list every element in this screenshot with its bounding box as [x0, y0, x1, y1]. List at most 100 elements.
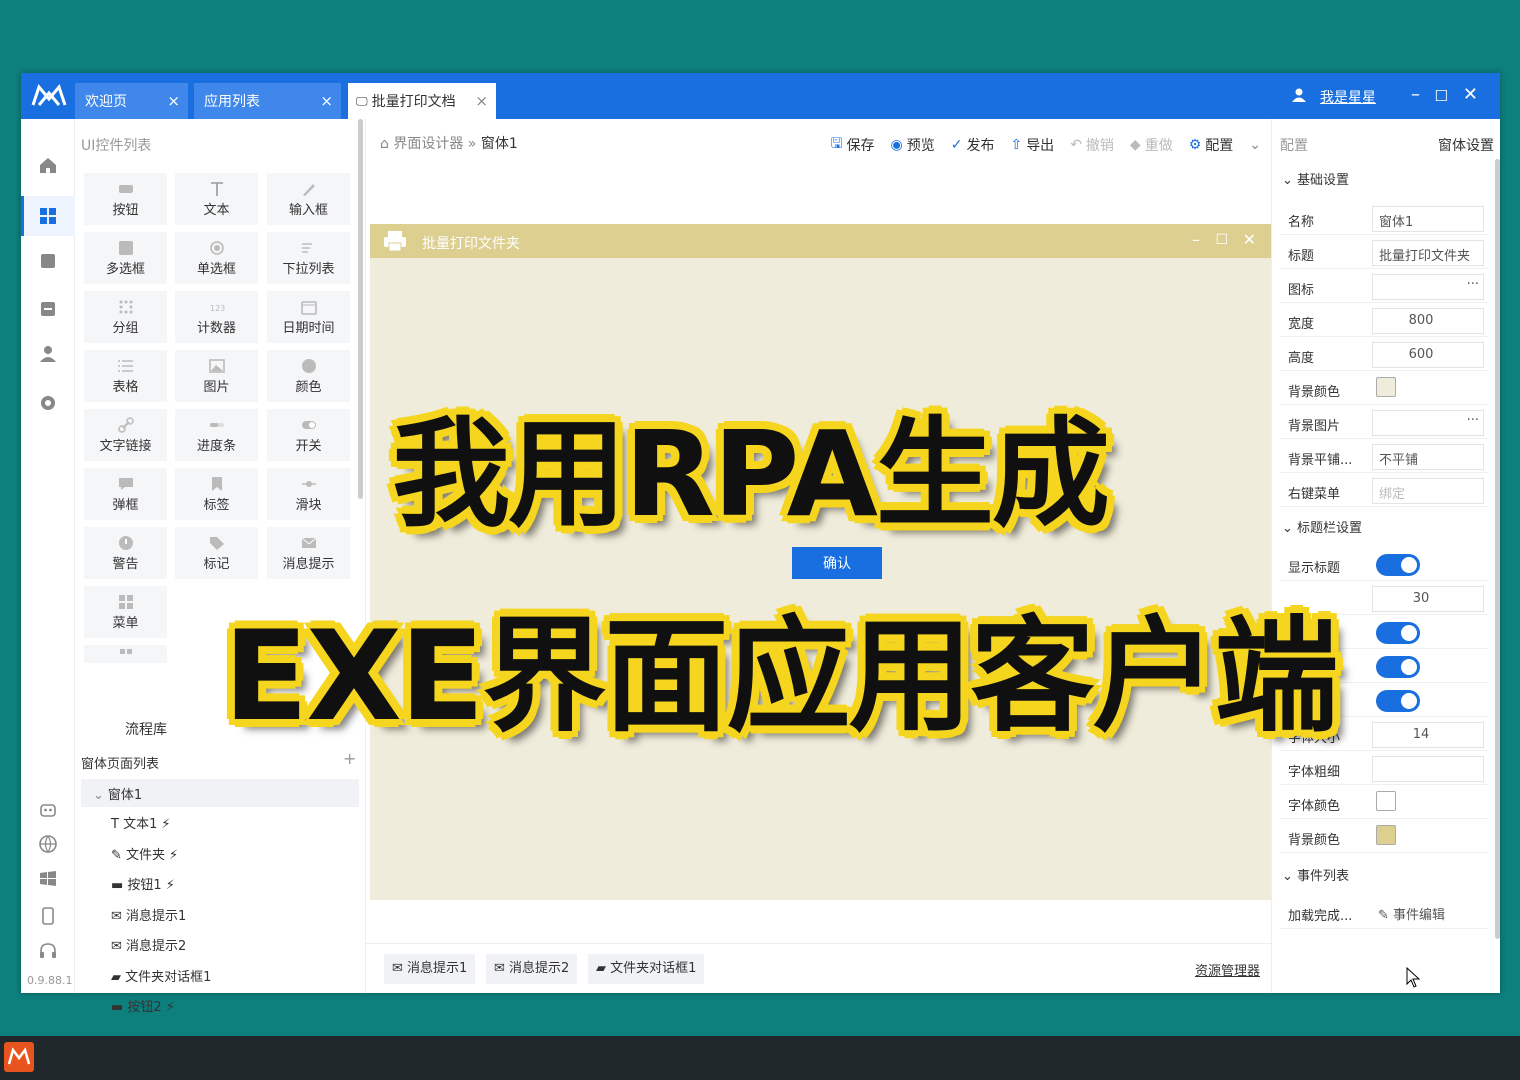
prop-icon: 图标 ··· [1280, 271, 1488, 303]
windows-icon[interactable] [38, 869, 58, 889]
tab-close-icon[interactable]: × [475, 92, 488, 110]
globe-icon[interactable] [38, 834, 58, 854]
save-button[interactable]: 🖫 保存 [831, 133, 875, 157]
minimize-button[interactable]: – [1411, 84, 1420, 105]
eraser-icon: ◆ [1129, 137, 1141, 153]
control-counter[interactable]: 123 计数器 [175, 291, 258, 343]
undo-button[interactable]: ↶ 撤销 [1070, 133, 1114, 157]
maximize-button[interactable]: ☐ [1435, 87, 1448, 105]
control-label: 下拉列表 [282, 262, 335, 277]
tab-welcome[interactable]: 欢迎页 × [75, 83, 188, 119]
event-bolt-icon: ⚡ [165, 1000, 175, 1015]
font-weight-stepper[interactable] [1372, 756, 1484, 782]
tree-item[interactable]: ▬ 按钮2 ⚡ [111, 996, 175, 1015]
user-name-link[interactable]: 我是星星 [1320, 87, 1376, 107]
event-edit-link[interactable]: ✎ 事件编辑 [1372, 900, 1484, 926]
section-label: 事件列表 [1297, 869, 1350, 884]
prop-titlebar-bg: 背景颜色 [1280, 821, 1488, 853]
tree-item-label: 文本1 [123, 817, 158, 832]
redo-button[interactable]: ◆ 重做 [1130, 133, 1173, 157]
save-label: 保存 [846, 138, 875, 154]
prop-label: 高度 [1288, 351, 1315, 366]
control-label: 警告 [112, 557, 139, 572]
control-label: 标记 [203, 557, 230, 572]
control-dropdown[interactable]: 下拉列表 [267, 232, 350, 284]
tree-item[interactable]: ✎ 文件夹 ⚡ [111, 844, 178, 863]
tree-item[interactable]: ▰ 文件夹对话框1 [111, 966, 211, 985]
palette-title: UI控件列表 [81, 138, 152, 154]
tab-label: 欢迎页 [85, 94, 127, 110]
name-input[interactable]: 窗体1 [1372, 206, 1484, 232]
title-input[interactable]: 批量打印文件夹 [1372, 240, 1484, 266]
prop-label: 加载完成... [1288, 909, 1353, 924]
height-stepper[interactable]: 600 [1372, 342, 1484, 368]
monitor-icon: 🖵 [356, 93, 368, 108]
section-basic[interactable]: ⌄ 基础设置 [1282, 169, 1349, 188]
user-nav-icon[interactable] [38, 344, 58, 364]
show-title-toggle[interactable] [1376, 554, 1420, 576]
control-text[interactable]: 文本 [175, 173, 258, 225]
app-logo-icon [7, 1047, 31, 1065]
control-group[interactable]: 分组 [84, 291, 167, 343]
config-button[interactable]: ⚙ 配置 ⌄ [1189, 133, 1261, 157]
window-settings-tab[interactable]: 窗体设置 [1438, 135, 1494, 155]
width-stepper[interactable]: 800 [1372, 308, 1484, 334]
titlebar-bg-swatch[interactable] [1376, 825, 1396, 845]
export-button[interactable]: ⇧ 导出 [1010, 133, 1054, 157]
control-button[interactable]: 按钮 [84, 173, 167, 225]
prop-event-load: 加载完成... ✎ 事件编辑 [1280, 897, 1488, 929]
preview-button[interactable]: ◉ 预览 [891, 133, 935, 157]
document-icon[interactable] [38, 299, 58, 319]
robot-icon[interactable] [38, 799, 58, 819]
preview-label: 预览 [906, 138, 935, 154]
control-datetime[interactable]: 日期时间 [267, 291, 350, 343]
canvas-minimize-icon[interactable]: – [1192, 230, 1200, 249]
font-color-swatch[interactable] [1376, 791, 1396, 811]
tree-item[interactable]: ✉ 消息提示1 [111, 905, 186, 924]
panel-scrollbar[interactable] [1495, 159, 1500, 939]
control-label: 计数器 [196, 321, 236, 336]
inbox-icon[interactable] [38, 251, 58, 271]
save-icon: 🖫 [830, 136, 843, 152]
publish-button[interactable]: ✓ 发布 [951, 133, 995, 157]
component-chip[interactable]: ▰ 文件夹对话框1 [588, 954, 705, 984]
section-events[interactable]: ⌄ 事件列表 [1282, 865, 1349, 884]
component-chip[interactable]: ✉ 消息提示1 [384, 954, 476, 984]
canvas-maximize-icon[interactable]: ☐ [1215, 232, 1228, 248]
close-window-button[interactable]: ✕ [1463, 84, 1478, 105]
tree-item[interactable]: ✉ 消息提示2 [111, 935, 186, 954]
more-dots-icon[interactable]: ··· [1467, 277, 1479, 292]
control-radio[interactable]: 单选框 [175, 232, 258, 284]
envelope-icon: ✉ [494, 961, 510, 976]
tree-item[interactable]: ▬ 按钮1 ⚡ [111, 874, 175, 893]
tab-label: 应用列表 [204, 94, 260, 110]
home-icon[interactable]: ⌂ [380, 136, 393, 152]
form-canvas[interactable]: 批量打印文件夹 – ☐ ✕ 确认 [370, 224, 1272, 900]
tree-root-window[interactable]: ⌄ 窗体1 [81, 779, 359, 807]
breadcrumb-current: 窗体1 [480, 136, 518, 152]
control-input[interactable]: 输入框 [267, 173, 350, 225]
canvas-close-icon[interactable]: ✕ [1243, 230, 1256, 249]
event-bolt-icon: ⚡ [169, 848, 179, 863]
control-checkbox[interactable]: 多选框 [84, 232, 167, 284]
dropdown-list-icon [301, 243, 312, 253]
tab-batch-print[interactable]: 🖵 批量打印文档 × [348, 83, 496, 119]
prop-font-color: 字体颜色 [1280, 787, 1488, 819]
headset-icon[interactable] [38, 941, 58, 961]
icon-input[interactable]: ··· [1372, 274, 1484, 300]
tab-close-icon[interactable]: × [320, 92, 333, 110]
prop-label: 名称 [1288, 215, 1315, 230]
taskbar-app-icon[interactable] [4, 1042, 34, 1072]
tab-close-icon[interactable]: × [167, 92, 180, 110]
home-icon[interactable] [38, 155, 58, 175]
breadcrumb-root[interactable]: 界面设计器 [393, 136, 463, 152]
tab-app-list[interactable]: 应用列表 × [194, 83, 341, 119]
tree-item[interactable]: T 文本1 ⚡ [111, 813, 171, 832]
event-bolt-icon: ⚡ [161, 817, 171, 832]
resource-manager-link[interactable]: 资源管理器 [1195, 960, 1260, 979]
component-chip[interactable]: ✉ 消息提示2 [486, 954, 578, 984]
folder-icon: ▰ [596, 961, 611, 976]
apps-grid-icon[interactable] [38, 206, 58, 226]
mobile-icon[interactable] [38, 906, 58, 926]
calendar-icon [300, 301, 317, 315]
